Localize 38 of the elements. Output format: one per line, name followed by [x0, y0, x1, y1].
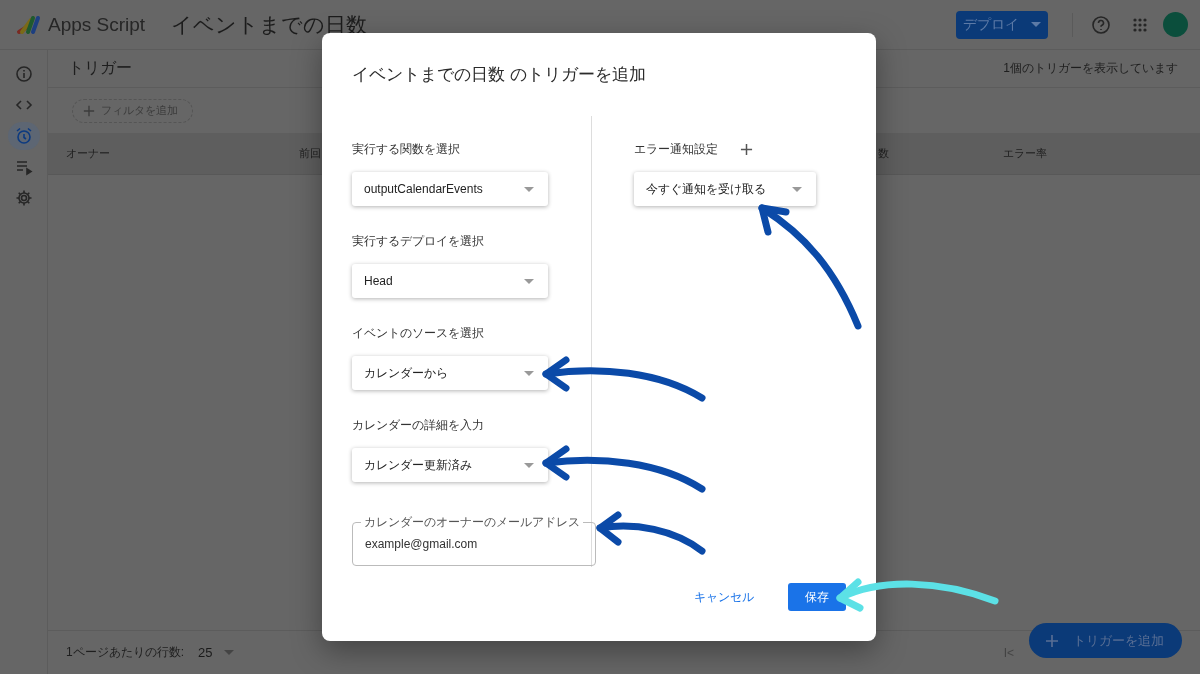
sidebar-item[interactable]: [7, 122, 40, 150]
caret-icon: [224, 650, 235, 655]
caret-icon: [524, 370, 534, 376]
field-label: カレンダーの詳細を入力: [352, 417, 485, 433]
product-name: Apps Script: [48, 13, 146, 36]
caret-icon: [524, 462, 534, 468]
help-icon[interactable]: [1091, 14, 1111, 35]
rows-per-page-label: 1ページあたりの行数:: [66, 644, 184, 661]
plus-icon: [1045, 633, 1059, 648]
field-label: 実行する関数を選択: [352, 141, 461, 157]
caret-icon: [1031, 22, 1041, 27]
playlist-icon: [14, 158, 33, 176]
email-input[interactable]: example@gmail.com: [365, 537, 583, 551]
plus-icon: [83, 104, 95, 117]
info-icon: [14, 65, 33, 83]
alarm-clock-icon: [14, 127, 33, 145]
cancel-button[interactable]: キャンセル: [688, 587, 760, 607]
field-label: エラー通知設定: [634, 141, 718, 157]
field-label: 実行するデプロイを選択: [352, 233, 485, 249]
plus-icon: [740, 142, 753, 156]
field-label: イベントのソースを選択: [352, 325, 485, 341]
dropdown[interactable]: Head: [352, 264, 548, 298]
caret-icon: [524, 186, 534, 192]
email-field[interactable]: カレンダーのオーナーのメールアドレス example@gmail.com: [352, 515, 596, 566]
logo-icon: [16, 13, 42, 36]
caret-icon: [524, 278, 534, 284]
apps-grid-icon[interactable]: [1133, 17, 1147, 32]
dialog-title: イベントまでの日数 のトリガーを追加: [352, 64, 647, 86]
save-button[interactable]: 保存: [788, 583, 846, 611]
dropdown[interactable]: カレンダー更新済み: [352, 448, 548, 482]
page-title: トリガー: [68, 58, 132, 78]
settings-icon: [14, 189, 33, 207]
dropdown[interactable]: outputCalendarEvents: [352, 172, 548, 206]
dropdown[interactable]: 今すぐ通知を受け取る: [634, 172, 816, 206]
avatar[interactable]: [1163, 12, 1188, 37]
caret-icon: [792, 186, 802, 192]
column-header: 数: [878, 146, 889, 161]
dropdown[interactable]: カレンダーから: [352, 356, 548, 390]
